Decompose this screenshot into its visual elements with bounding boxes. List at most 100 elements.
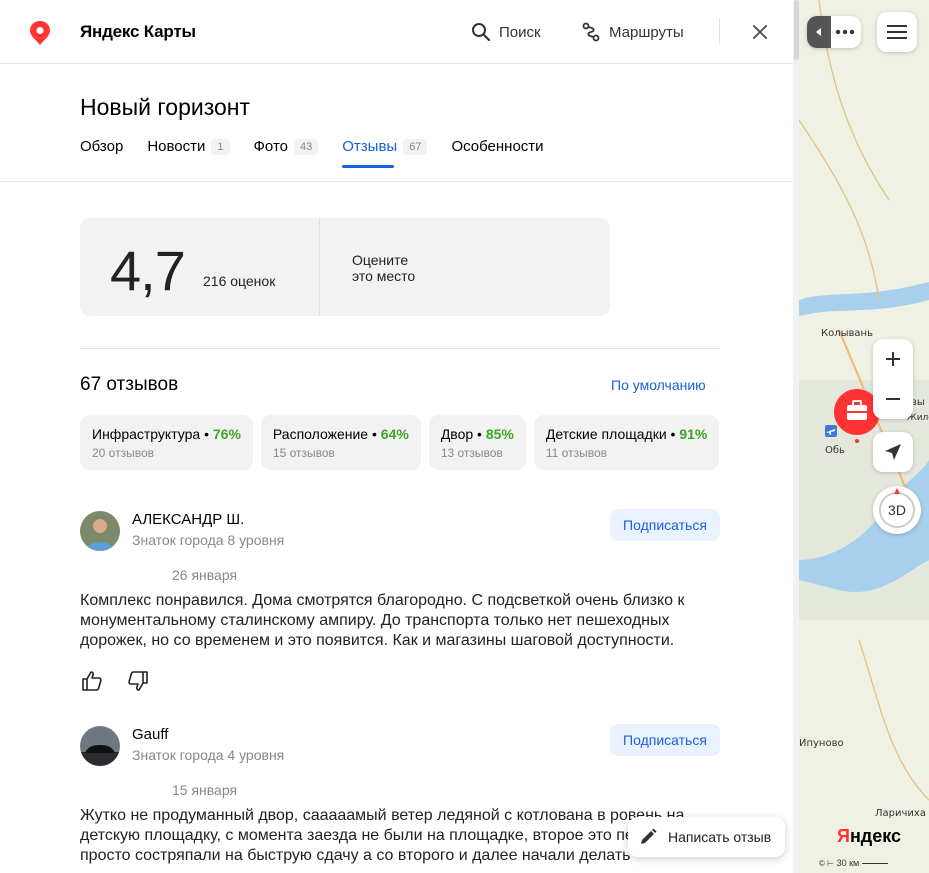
rating-count: 216 оценок bbox=[203, 273, 276, 289]
zoom-out-icon[interactable] bbox=[873, 379, 913, 419]
map-label: Обь bbox=[825, 445, 845, 456]
like-button[interactable] bbox=[80, 669, 104, 693]
yandex-logo-text: ндекс bbox=[849, 826, 902, 846]
user-photo-icon bbox=[80, 511, 120, 551]
divider bbox=[719, 18, 720, 44]
zoom-in-icon[interactable] bbox=[873, 339, 913, 379]
review-date: 26 января bbox=[172, 567, 238, 583]
more-dots-icon bbox=[816, 28, 855, 36]
3d-label: 3D bbox=[888, 502, 906, 518]
route-icon bbox=[582, 22, 600, 42]
routes-button[interactable]: Маршруты bbox=[581, 20, 684, 44]
tab-overview[interactable]: Обзор bbox=[80, 138, 123, 168]
aspect-percent: 91% bbox=[679, 426, 708, 442]
search-label: Поиск bbox=[499, 23, 541, 41]
aspect-name: Двор bbox=[440, 426, 474, 442]
tab-news[interactable]: Новости 1 bbox=[147, 138, 230, 168]
thumbs-down-icon bbox=[128, 671, 148, 691]
aspect-count: 20 отзывов bbox=[92, 446, 155, 460]
aspect-percent: 64% bbox=[380, 426, 409, 442]
tab-count-badge: 43 bbox=[294, 139, 319, 155]
place-panel: Яндекс Карты Поиск Маршруты Новый горизо… bbox=[0, 0, 798, 873]
aspect-chip-playgrounds[interactable]: Детские площадки • 91% 11 отзывов bbox=[533, 415, 720, 470]
place-title: Новый горизонт bbox=[80, 94, 251, 120]
subscribe-button[interactable]: Подписаться bbox=[610, 509, 720, 541]
menu-button[interactable] bbox=[877, 12, 917, 52]
top-bar: Яндекс Карты Поиск Маршруты bbox=[0, 0, 798, 64]
avatar[interactable] bbox=[80, 726, 120, 766]
review-author[interactable]: Gauff bbox=[132, 726, 168, 743]
rate-cta-line1: Оцените bbox=[352, 252, 409, 268]
dislike-button[interactable] bbox=[126, 669, 150, 693]
scale-label: 30 км bbox=[836, 858, 860, 868]
aspect-percent: 76% bbox=[212, 426, 241, 442]
pencil-icon bbox=[641, 828, 657, 844]
tab-count-badge: 1 bbox=[211, 139, 230, 155]
tab-label: Новости bbox=[147, 138, 206, 155]
yandex-maps-pin-icon[interactable] bbox=[28, 20, 52, 46]
tab-count-badge: 67 bbox=[403, 139, 428, 155]
review-text: Комплекс понравился. Дома смотрятся благ… bbox=[80, 592, 685, 649]
divider bbox=[80, 348, 720, 349]
review-author[interactable]: АЛЕКСАНДР Ш. bbox=[132, 511, 244, 528]
review-author-level: Знаток города 4 уровня bbox=[132, 747, 285, 763]
reviews-count-title: 67 отзывов bbox=[80, 374, 179, 395]
routes-label: Маршруты bbox=[609, 23, 684, 41]
aspect-count: 11 отзывов bbox=[545, 446, 607, 460]
search-icon bbox=[472, 23, 491, 42]
write-review-label: Написать отзыв bbox=[668, 829, 772, 845]
airport-icon bbox=[825, 425, 837, 437]
copyright-icon: © ⊢ bbox=[819, 859, 835, 868]
divider bbox=[319, 218, 320, 316]
location-arrow-icon bbox=[885, 444, 901, 460]
map-canvas[interactable]: Колывань вы Жилой Обь Ипуново Ларичиха 3… bbox=[799, 0, 929, 873]
avatar[interactable] bbox=[80, 511, 120, 551]
tab-bar: Обзор Новости 1 Фото 43 Отзывы 67 Особен… bbox=[80, 138, 568, 168]
aspect-count: 15 отзывов bbox=[272, 446, 335, 460]
aspect-name: Детские площадки bbox=[545, 426, 667, 442]
tab-label: Особенности bbox=[451, 138, 544, 155]
rating-value: 4,7 bbox=[110, 239, 186, 302]
map-label: Колывань bbox=[821, 328, 873, 339]
tab-label: Отзывы bbox=[342, 138, 398, 155]
map-more-button[interactable] bbox=[807, 16, 861, 48]
compass-3d-button[interactable]: 3D bbox=[873, 486, 921, 534]
tab-label: Фото bbox=[253, 138, 288, 155]
aspect-chip-location[interactable]: Расположение • 64% 15 отзывов bbox=[260, 415, 421, 470]
aspect-name: Расположение bbox=[272, 426, 369, 442]
rating-card: 4,7 216 оценок Оцените это место bbox=[80, 218, 610, 316]
rate-cta-line2: это место bbox=[352, 268, 416, 284]
write-review-button[interactable]: Написать отзыв bbox=[628, 817, 785, 857]
zoom-controls bbox=[873, 339, 913, 419]
subscribe-button[interactable]: Подписаться bbox=[610, 724, 720, 756]
aspect-chip-yard[interactable]: Двор • 85% 13 отзывов bbox=[428, 415, 526, 470]
tab-label: Обзор bbox=[80, 138, 124, 155]
tab-photos[interactable]: Фото 43 bbox=[254, 138, 319, 168]
yandex-logo: Яндекс bbox=[837, 826, 902, 846]
tab-features[interactable]: Особенности bbox=[451, 138, 543, 168]
map-scale: © ⊢ 30 км bbox=[819, 858, 888, 868]
hamburger-icon bbox=[887, 25, 907, 39]
close-icon[interactable] bbox=[750, 22, 770, 42]
aspect-chip-infrastructure[interactable]: Инфраструктура • 76% 20 отзывов bbox=[80, 415, 253, 470]
review-date: 15 января bbox=[172, 782, 238, 798]
aspect-percent: 85% bbox=[485, 426, 514, 442]
aspect-name: Инфраструктура bbox=[92, 426, 201, 442]
review-author-level: Знаток города 8 уровня bbox=[132, 532, 285, 548]
map-label: Ларичиха bbox=[875, 808, 926, 819]
tab-reviews[interactable]: Отзывы 67 bbox=[342, 138, 428, 168]
review-text: Жутко не продуманный двор, саааaамый вет… bbox=[80, 807, 713, 864]
geolocation-button[interactable] bbox=[873, 432, 913, 472]
map-label: Ипуново bbox=[799, 738, 844, 749]
sort-dropdown[interactable]: По умолчанию bbox=[611, 377, 706, 393]
review-reactions bbox=[80, 669, 172, 693]
rate-place-button[interactable]: Оцените это место bbox=[352, 252, 415, 284]
thumbs-up-icon bbox=[82, 671, 102, 691]
scale-bar bbox=[861, 863, 888, 865]
search-button[interactable]: Поиск bbox=[471, 20, 541, 44]
brand-title[interactable]: Яндекс Карты bbox=[80, 22, 196, 42]
map-label: вы bbox=[911, 397, 925, 408]
user-photo-icon bbox=[80, 726, 120, 766]
divider bbox=[0, 181, 798, 182]
aspect-count: 13 отзывов bbox=[440, 446, 503, 460]
